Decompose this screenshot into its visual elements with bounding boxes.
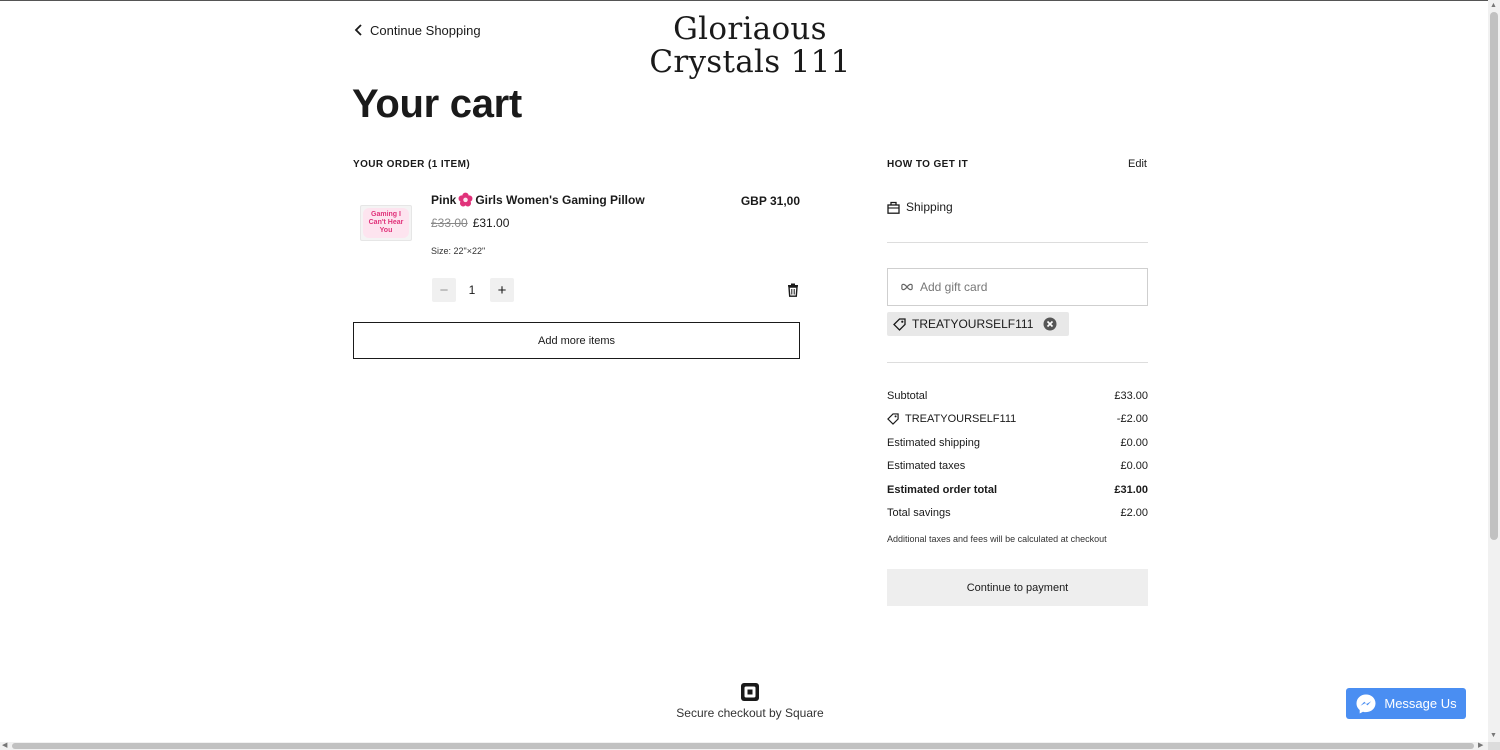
summary-value: £33.00 xyxy=(1114,390,1148,402)
product-image[interactable]: Gaming I Can't Hear You xyxy=(360,205,412,241)
quantity-increase-button[interactable]: + xyxy=(490,278,514,302)
quantity-value[interactable]: 1 xyxy=(460,283,484,297)
product-prices: £33.00 £31.00 xyxy=(431,216,509,230)
minus-icon: − xyxy=(439,281,449,299)
product-name[interactable]: Pink Girls Women's Gaming Pillow xyxy=(431,192,645,207)
summary-label: Estimated taxes xyxy=(887,460,966,472)
gift-card-placeholder: Add gift card xyxy=(920,280,988,294)
edit-fulfillment-link[interactable]: Edit xyxy=(1100,158,1147,170)
summary-label: Estimated shipping xyxy=(887,437,980,449)
brand-line-1: Gloriaous xyxy=(673,11,827,47)
shipping-label: Shipping xyxy=(906,200,953,214)
gift-card-input[interactable]: Add gift card xyxy=(887,268,1148,306)
quantity-decrease-button[interactable]: − xyxy=(432,278,456,302)
promo-code-chip: TREATYOURSELF111 xyxy=(887,312,1070,336)
chevron-left-icon xyxy=(354,24,362,36)
add-more-items-button[interactable]: Add more items xyxy=(353,322,800,359)
scroll-down-icon[interactable]: ▼ xyxy=(1490,732,1497,740)
scroll-up-icon[interactable]: ▲ xyxy=(1490,2,1497,10)
order-section-label: YOUR ORDER (1 ITEM) xyxy=(353,159,471,170)
summary-savings: Total savings £2.00 xyxy=(887,507,1148,519)
discount-label-group: TREATYOURSELF111 xyxy=(887,413,1016,425)
line-total: GBP 31,00 xyxy=(740,194,800,208)
summary-subtotal: Subtotal £33.00 xyxy=(887,390,1148,402)
scrollbar-corner xyxy=(1488,742,1500,750)
shipping-method: Shipping xyxy=(887,200,953,214)
messenger-icon xyxy=(1356,694,1376,713)
summary-discount: TREATYOURSELF111 -£2.00 xyxy=(887,413,1148,425)
divider xyxy=(887,242,1148,243)
tag-icon xyxy=(887,413,899,425)
scroll-right-icon[interactable]: ▶ xyxy=(1478,742,1483,750)
summary-value: £31.00 xyxy=(1114,484,1148,496)
summary-label: Total savings xyxy=(887,507,951,519)
original-price: £33.00 xyxy=(431,216,468,230)
summary-taxes: Estimated taxes £0.00 xyxy=(887,460,1148,472)
horizontal-scrollbar[interactable]: ◀ ▶ xyxy=(0,742,1488,750)
horizontal-scroll-thumb[interactable] xyxy=(12,743,1474,749)
summary-label: Subtotal xyxy=(887,390,928,402)
brand-line-2: Crystals 111 xyxy=(649,44,851,80)
message-us-button[interactable]: Message Us xyxy=(1346,688,1466,719)
trash-icon[interactable] xyxy=(786,283,800,297)
product-size: Size: 22"×22" xyxy=(431,246,486,256)
page-title: Your cart xyxy=(352,82,522,126)
sale-price: £31.00 xyxy=(472,216,510,230)
vertical-scrollbar[interactable]: ▲ ▼ xyxy=(1488,0,1500,742)
tax-note: Additional taxes and fees will be calcul… xyxy=(887,534,1107,544)
summary-value: -£2.00 xyxy=(1116,413,1148,425)
continue-to-payment-button[interactable]: Continue to payment xyxy=(887,569,1148,606)
summary-value: £2.00 xyxy=(1120,507,1148,519)
product-name-part-1: Pink xyxy=(431,192,457,207)
scroll-left-icon[interactable]: ◀ xyxy=(2,742,7,750)
package-icon xyxy=(887,201,900,214)
tag-icon xyxy=(893,317,906,331)
summary-order-total: Estimated order total £31.00 xyxy=(887,484,1148,496)
store-brand[interactable]: Gloriaous Crystals 111 xyxy=(600,13,900,79)
message-us-label: Message Us xyxy=(1384,696,1457,711)
fulfillment-section-label: HOW TO GET IT xyxy=(887,159,969,170)
summary-label: TREATYOURSELF111 xyxy=(905,413,1017,425)
gift-ribbon-icon xyxy=(901,283,913,291)
summary-shipping: Estimated shipping £0.00 xyxy=(887,437,1148,449)
pink-flower-emoji-icon xyxy=(458,192,473,207)
product-image-text: Gaming I Can't Hear You xyxy=(363,208,409,238)
summary-label: Estimated order total xyxy=(887,484,998,496)
promo-code-label: TREATYOURSELF111 xyxy=(912,317,1034,331)
continue-shopping-link[interactable]: Continue Shopping xyxy=(354,20,481,40)
cart-page: Continue Shopping Gloriaous Crystals 111… xyxy=(0,0,1488,742)
vertical-scroll-thumb[interactable] xyxy=(1490,12,1498,540)
remove-promo-icon[interactable] xyxy=(1043,317,1057,331)
summary-value: £0.00 xyxy=(1120,437,1148,449)
divider xyxy=(887,362,1148,363)
product-name-part-2: Girls Women's Gaming Pillow xyxy=(475,192,645,207)
summary-value: £0.00 xyxy=(1120,460,1148,472)
secure-checkout-text: Secure checkout by Square xyxy=(676,706,824,720)
plus-icon: + xyxy=(497,281,507,299)
square-logo-icon xyxy=(741,683,759,701)
continue-shopping-label: Continue Shopping xyxy=(370,22,481,38)
